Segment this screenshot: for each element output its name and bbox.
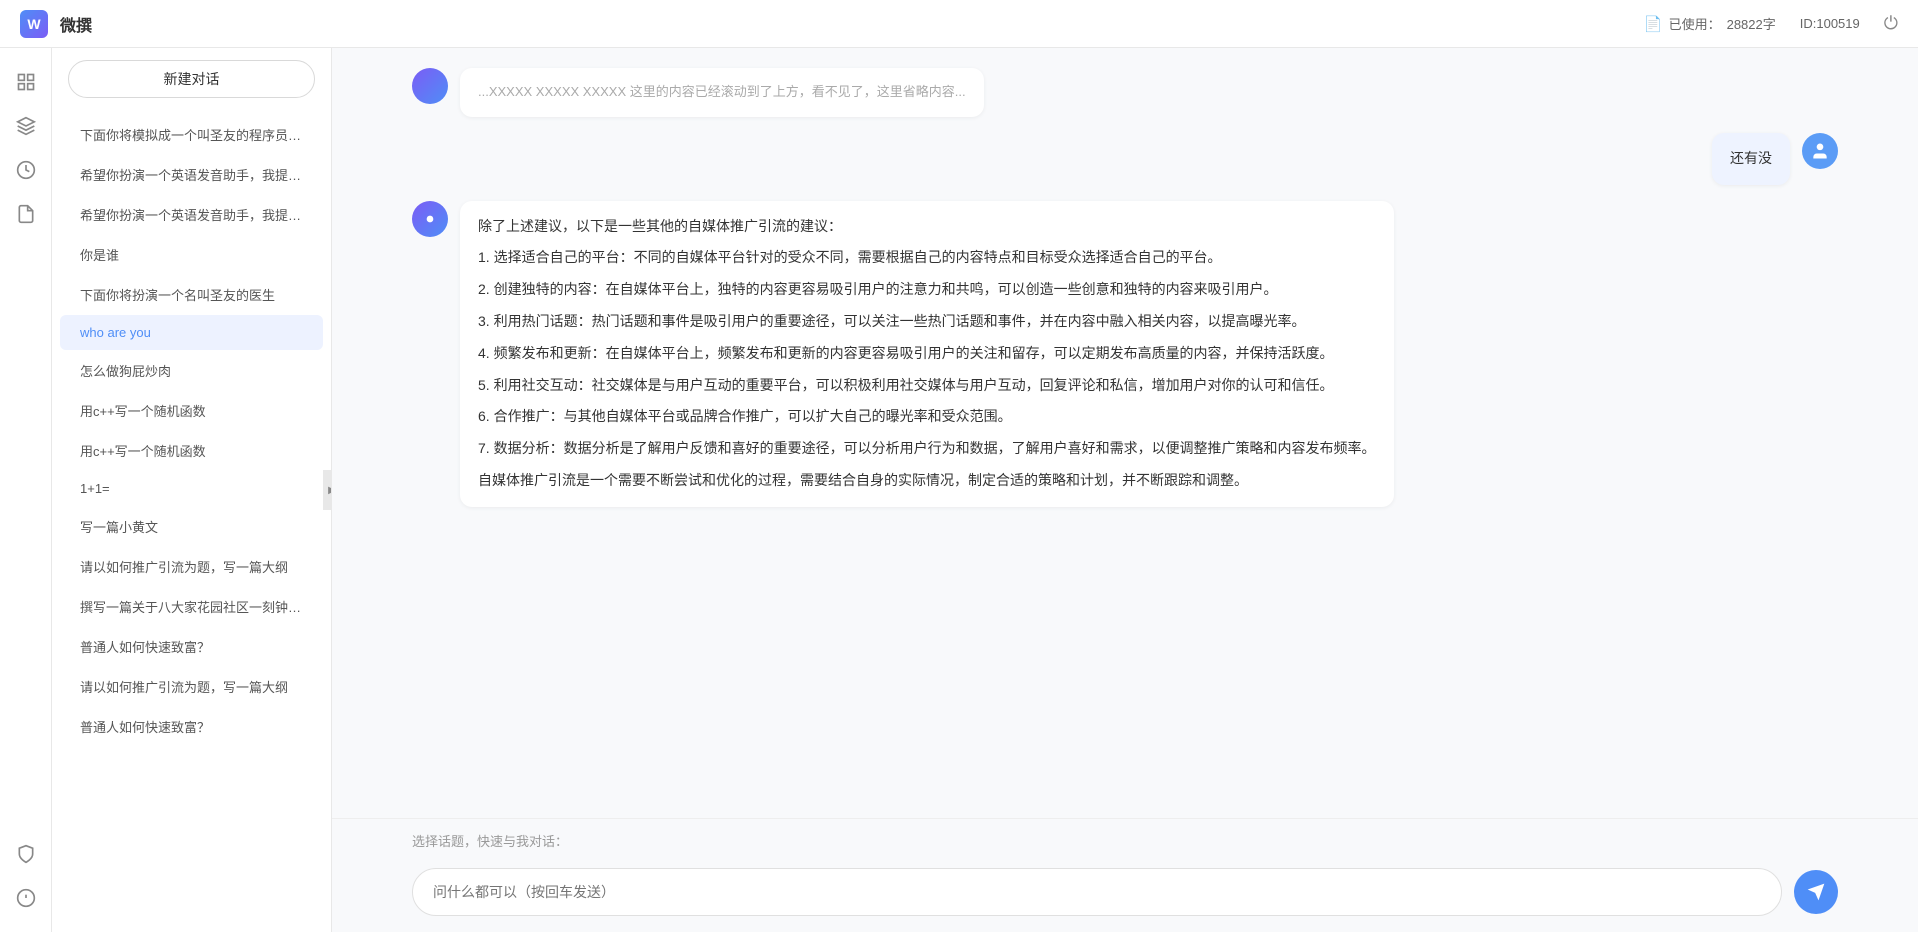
quick-topics-label: 选择话题，快速与我对话： <box>412 834 568 849</box>
sidebar-icon-shield[interactable] <box>8 836 44 872</box>
user-id: ID:100519 <box>1800 16 1860 31</box>
chat-list-item[interactable]: 撰写一篇关于八大家花园社区一刻钟便民生... <box>60 587 323 626</box>
chat-list-item[interactable]: 普通人如何快速致富？ <box>60 627 323 666</box>
sidebar-icon-clock[interactable] <box>8 152 44 188</box>
chat-sidebar: 新建对话 下面你将模拟成一个叫圣友的程序员，我说...希望你扮演一个英语发音助手… <box>52 48 332 932</box>
user-avatar <box>1802 133 1838 169</box>
chat-list: 下面你将模拟成一个叫圣友的程序员，我说...希望你扮演一个英语发音助手，我提供给… <box>52 110 331 932</box>
chat-list-item[interactable]: 怎么做狗屁炒肉 <box>60 351 323 390</box>
chat-main: ...XXXXX XXXXX XXXXX 这里的内容已经滚动到了上方，看不见了，… <box>332 48 1918 932</box>
chat-list-item[interactable]: 希望你扮演一个英语发音助手，我提供给你... <box>60 155 323 194</box>
app-title: 微撰 <box>60 12 92 36</box>
header-left: W 微撰 <box>20 10 92 38</box>
chat-list-item[interactable]: 你是谁 <box>60 235 323 274</box>
partial-message-bubble: ...XXXXX XXXXX XXXXX 这里的内容已经滚动到了上方，看不见了，… <box>460 68 984 117</box>
message-row-user: 还有没 <box>412 133 1838 185</box>
message-row-ai: 除了上述建议，以下是一些其他的自媒体推广引流的建议：1. 选择适合自己的平台：不… <box>412 201 1838 507</box>
chat-list-item[interactable]: 下面你将扮演一个名叫圣友的医生 <box>60 275 323 314</box>
new-chat-button[interactable]: 新建对话 <box>68 60 315 98</box>
ai-avatar <box>412 201 448 237</box>
sidebar-expand-button[interactable]: ▶ <box>323 470 332 510</box>
sidebar-icon-document[interactable] <box>8 196 44 232</box>
chat-list-item[interactable]: 写一篇小黄文 <box>60 507 323 546</box>
header: W 微撰 📄 已使用： 28822字 ID:100519 ⏻ <box>0 0 1918 48</box>
chat-list-item[interactable]: 1+1= <box>60 471 323 506</box>
chat-list-item[interactable]: 希望你扮演一个英语发音助手，我提供给你... <box>60 195 323 234</box>
usage-display: 📄 已使用： 28822字 <box>1644 14 1776 33</box>
app-logo: W <box>20 10 48 38</box>
chat-list-item[interactable]: 普通人如何快速致富？ <box>60 707 323 746</box>
sidebar-icon-info[interactable] <box>8 880 44 916</box>
icon-sidebar <box>0 48 52 932</box>
sidebar-icon-home[interactable] <box>8 64 44 100</box>
message-bubble-user: 还有没 <box>1712 133 1790 185</box>
chat-list-item[interactable]: 请以如何推广引流为题，写一篇大纲 <box>60 547 323 586</box>
send-icon <box>1806 882 1826 902</box>
chat-list-item[interactable]: 下面你将模拟成一个叫圣友的程序员，我说... <box>60 115 323 154</box>
input-area <box>332 858 1918 932</box>
power-icon[interactable]: ⏻ <box>1884 13 1898 34</box>
ai-avatar-partial <box>412 68 448 104</box>
chat-messages: ...XXXXX XXXXX XXXXX 这里的内容已经滚动到了上方，看不见了，… <box>332 48 1918 818</box>
chat-list-item[interactable]: 请以如何推广引流为题，写一篇大纲 <box>60 667 323 706</box>
chat-list-item[interactable]: who are you <box>60 315 323 350</box>
chat-list-item[interactable]: 用c++写一个随机函数 <box>60 431 323 470</box>
partial-message-row: ...XXXXX XXXXX XXXXX 这里的内容已经滚动到了上方，看不见了，… <box>412 68 1838 117</box>
usage-label: 已使用： <box>1669 14 1721 33</box>
main-layout: 新建对话 下面你将模拟成一个叫圣友的程序员，我说...希望你扮演一个英语发音助手… <box>0 48 1918 932</box>
message-bubble-ai: 除了上述建议，以下是一些其他的自媒体推广引流的建议：1. 选择适合自己的平台：不… <box>460 201 1394 507</box>
sidebar-icon-cube[interactable] <box>8 108 44 144</box>
send-button[interactable] <box>1794 870 1838 914</box>
icon-sidebar-bottom <box>8 836 44 916</box>
chat-list-item[interactable]: 用c++写一个随机函数 <box>60 391 323 430</box>
chat-input[interactable] <box>412 868 1782 916</box>
usage-value: 28822字 <box>1727 14 1776 33</box>
document-icon: 📄 <box>1644 15 1663 33</box>
header-right: 📄 已使用： 28822字 ID:100519 ⏻ <box>1644 13 1898 34</box>
quick-topics: 选择话题，快速与我对话： <box>332 818 1918 858</box>
